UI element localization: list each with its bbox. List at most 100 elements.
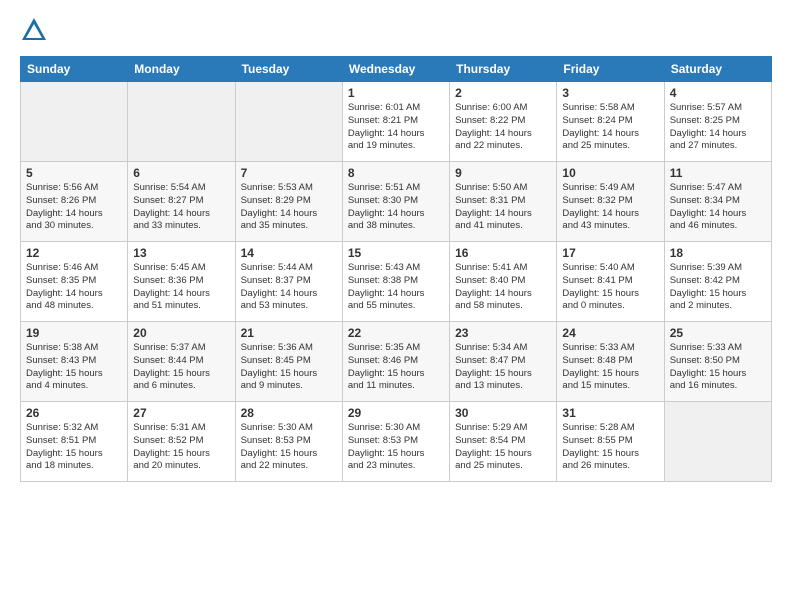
day-info: Sunrise: 5:33 AM Sunset: 8:48 PM Dayligh… bbox=[562, 342, 658, 393]
calendar-cell: 3 Sunrise: 5:58 AM Sunset: 8:24 PM Daylig… bbox=[557, 82, 664, 162]
day-info: Sunrise: 5:35 AM Sunset: 8:46 PM Dayligh… bbox=[348, 342, 444, 393]
day-number: 28 bbox=[241, 406, 337, 420]
day-number: 7 bbox=[241, 166, 337, 180]
day-number: 29 bbox=[348, 406, 444, 420]
day-number: 6 bbox=[133, 166, 229, 180]
day-number: 9 bbox=[455, 166, 551, 180]
day-number: 17 bbox=[562, 246, 658, 260]
calendar-cell: 5 Sunrise: 5:56 AM Sunset: 8:26 PM Daylig… bbox=[21, 162, 128, 242]
calendar-cell bbox=[128, 82, 235, 162]
day-number: 24 bbox=[562, 326, 658, 340]
calendar-cell: 7 Sunrise: 5:53 AM Sunset: 8:29 PM Daylig… bbox=[235, 162, 342, 242]
calendar-cell: 30Sunrise: 5:29 AM Sunset: 8:54 PM Dayli… bbox=[450, 402, 557, 482]
day-info: Sunrise: 5:32 AM Sunset: 8:51 PM Dayligh… bbox=[26, 422, 122, 473]
day-number: 4 bbox=[670, 86, 766, 100]
calendar-cell: 23 Sunrise: 5:34 AM Sunset: 8:47 PM Dayli… bbox=[450, 322, 557, 402]
calendar-cell: 31 Sunrise: 5:28 AM Sunset: 8:55 PM Dayli… bbox=[557, 402, 664, 482]
calendar-cell: 1Sunrise: 6:01 AM Sunset: 8:21 PM Daylig… bbox=[342, 82, 449, 162]
day-header-tuesday: Tuesday bbox=[235, 57, 342, 82]
day-info: Sunrise: 5:37 AM Sunset: 8:44 PM Dayligh… bbox=[133, 342, 229, 393]
day-number: 20 bbox=[133, 326, 229, 340]
calendar-cell: 18Sunrise: 5:39 AM Sunset: 8:42 PM Dayli… bbox=[664, 242, 771, 322]
day-info: Sunrise: 6:00 AM Sunset: 8:22 PM Dayligh… bbox=[455, 102, 551, 153]
day-number: 15 bbox=[348, 246, 444, 260]
calendar-cell: 17 Sunrise: 5:40 AM Sunset: 8:41 PM Dayli… bbox=[557, 242, 664, 322]
logo-icon bbox=[20, 16, 48, 44]
day-info: Sunrise: 5:50 AM Sunset: 8:31 PM Dayligh… bbox=[455, 182, 551, 233]
day-info: Sunrise: 5:57 AM Sunset: 8:25 PM Dayligh… bbox=[670, 102, 766, 153]
day-info: Sunrise: 5:34 AM Sunset: 8:47 PM Dayligh… bbox=[455, 342, 551, 393]
calendar-cell: 6 Sunrise: 5:54 AM Sunset: 8:27 PM Daylig… bbox=[128, 162, 235, 242]
day-info: Sunrise: 5:49 AM Sunset: 8:32 PM Dayligh… bbox=[562, 182, 658, 233]
calendar-cell: 22Sunrise: 5:35 AM Sunset: 8:46 PM Dayli… bbox=[342, 322, 449, 402]
calendar-cell: 24 Sunrise: 5:33 AM Sunset: 8:48 PM Dayli… bbox=[557, 322, 664, 402]
day-number: 19 bbox=[26, 326, 122, 340]
day-info: Sunrise: 5:41 AM Sunset: 8:40 PM Dayligh… bbox=[455, 262, 551, 313]
day-info: Sunrise: 5:28 AM Sunset: 8:55 PM Dayligh… bbox=[562, 422, 658, 473]
day-info: Sunrise: 5:33 AM Sunset: 8:50 PM Dayligh… bbox=[670, 342, 766, 393]
day-number: 27 bbox=[133, 406, 229, 420]
calendar-cell: 25 Sunrise: 5:33 AM Sunset: 8:50 PM Dayli… bbox=[664, 322, 771, 402]
calendar-cell: 20 Sunrise: 5:37 AM Sunset: 8:44 PM Dayli… bbox=[128, 322, 235, 402]
day-number: 8 bbox=[348, 166, 444, 180]
calendar-cell: 19 Sunrise: 5:38 AM Sunset: 8:43 PM Dayli… bbox=[21, 322, 128, 402]
day-info: Sunrise: 5:53 AM Sunset: 8:29 PM Dayligh… bbox=[241, 182, 337, 233]
day-number: 2 bbox=[455, 86, 551, 100]
week-row: 19 Sunrise: 5:38 AM Sunset: 8:43 PM Dayli… bbox=[21, 322, 772, 402]
day-number: 12 bbox=[26, 246, 122, 260]
day-number: 25 bbox=[670, 326, 766, 340]
day-info: Sunrise: 5:30 AM Sunset: 8:53 PM Dayligh… bbox=[348, 422, 444, 473]
calendar-cell: 9 Sunrise: 5:50 AM Sunset: 8:31 PM Daylig… bbox=[450, 162, 557, 242]
day-number: 30 bbox=[455, 406, 551, 420]
calendar-cell bbox=[664, 402, 771, 482]
week-row: 5 Sunrise: 5:56 AM Sunset: 8:26 PM Daylig… bbox=[21, 162, 772, 242]
day-number: 26 bbox=[26, 406, 122, 420]
calendar-cell: 14Sunrise: 5:44 AM Sunset: 8:37 PM Dayli… bbox=[235, 242, 342, 322]
page-header bbox=[20, 16, 772, 44]
calendar-cell: 11 Sunrise: 5:47 AM Sunset: 8:34 PM Dayli… bbox=[664, 162, 771, 242]
week-row: 12 Sunrise: 5:46 AM Sunset: 8:35 PM Dayli… bbox=[21, 242, 772, 322]
calendar-cell: 4 Sunrise: 5:57 AM Sunset: 8:25 PM Daylig… bbox=[664, 82, 771, 162]
day-header-saturday: Saturday bbox=[664, 57, 771, 82]
day-info: Sunrise: 5:45 AM Sunset: 8:36 PM Dayligh… bbox=[133, 262, 229, 313]
day-number: 14 bbox=[241, 246, 337, 260]
calendar-cell: 15 Sunrise: 5:43 AM Sunset: 8:38 PM Dayli… bbox=[342, 242, 449, 322]
header-row: SundayMondayTuesdayWednesdayThursdayFrid… bbox=[21, 57, 772, 82]
day-header-sunday: Sunday bbox=[21, 57, 128, 82]
calendar-table: SundayMondayTuesdayWednesdayThursdayFrid… bbox=[20, 56, 772, 482]
calendar-cell: 28 Sunrise: 5:30 AM Sunset: 8:53 PM Dayli… bbox=[235, 402, 342, 482]
day-info: Sunrise: 5:58 AM Sunset: 8:24 PM Dayligh… bbox=[562, 102, 658, 153]
day-info: Sunrise: 5:56 AM Sunset: 8:26 PM Dayligh… bbox=[26, 182, 122, 233]
day-info: Sunrise: 5:40 AM Sunset: 8:41 PM Dayligh… bbox=[562, 262, 658, 313]
day-info: Sunrise: 5:51 AM Sunset: 8:30 PM Dayligh… bbox=[348, 182, 444, 233]
day-header-wednesday: Wednesday bbox=[342, 57, 449, 82]
logo bbox=[20, 16, 52, 44]
calendar-cell bbox=[235, 82, 342, 162]
day-number: 3 bbox=[562, 86, 658, 100]
calendar-cell: 13Sunrise: 5:45 AM Sunset: 8:36 PM Dayli… bbox=[128, 242, 235, 322]
day-info: Sunrise: 5:43 AM Sunset: 8:38 PM Dayligh… bbox=[348, 262, 444, 313]
calendar-cell: 12 Sunrise: 5:46 AM Sunset: 8:35 PM Dayli… bbox=[21, 242, 128, 322]
day-info: Sunrise: 5:46 AM Sunset: 8:35 PM Dayligh… bbox=[26, 262, 122, 313]
day-info: Sunrise: 5:30 AM Sunset: 8:53 PM Dayligh… bbox=[241, 422, 337, 473]
day-info: Sunrise: 5:38 AM Sunset: 8:43 PM Dayligh… bbox=[26, 342, 122, 393]
week-row: 26 Sunrise: 5:32 AM Sunset: 8:51 PM Dayli… bbox=[21, 402, 772, 482]
day-header-friday: Friday bbox=[557, 57, 664, 82]
day-number: 23 bbox=[455, 326, 551, 340]
calendar-cell: 8 Sunrise: 5:51 AM Sunset: 8:30 PM Daylig… bbox=[342, 162, 449, 242]
day-info: Sunrise: 5:54 AM Sunset: 8:27 PM Dayligh… bbox=[133, 182, 229, 233]
day-info: Sunrise: 5:36 AM Sunset: 8:45 PM Dayligh… bbox=[241, 342, 337, 393]
calendar-cell: 16Sunrise: 5:41 AM Sunset: 8:40 PM Dayli… bbox=[450, 242, 557, 322]
day-info: Sunrise: 5:39 AM Sunset: 8:42 PM Dayligh… bbox=[670, 262, 766, 313]
day-info: Sunrise: 6:01 AM Sunset: 8:21 PM Dayligh… bbox=[348, 102, 444, 153]
day-header-thursday: Thursday bbox=[450, 57, 557, 82]
day-info: Sunrise: 5:47 AM Sunset: 8:34 PM Dayligh… bbox=[670, 182, 766, 233]
calendar-cell: 27Sunrise: 5:31 AM Sunset: 8:52 PM Dayli… bbox=[128, 402, 235, 482]
day-number: 21 bbox=[241, 326, 337, 340]
day-number: 31 bbox=[562, 406, 658, 420]
day-number: 11 bbox=[670, 166, 766, 180]
calendar-cell: 2 Sunrise: 6:00 AM Sunset: 8:22 PM Daylig… bbox=[450, 82, 557, 162]
day-number: 5 bbox=[26, 166, 122, 180]
calendar-cell: 21 Sunrise: 5:36 AM Sunset: 8:45 PM Dayli… bbox=[235, 322, 342, 402]
day-header-monday: Monday bbox=[128, 57, 235, 82]
